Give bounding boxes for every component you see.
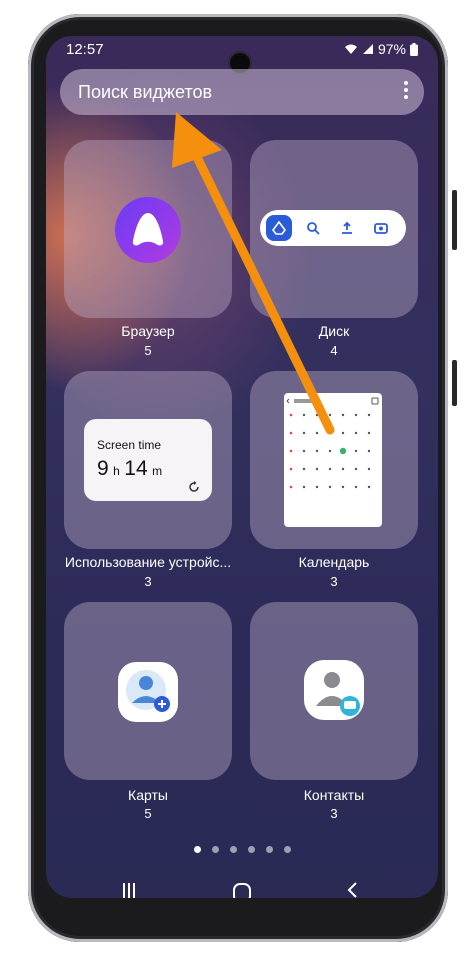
annotation-arrow-icon (172, 112, 335, 435)
